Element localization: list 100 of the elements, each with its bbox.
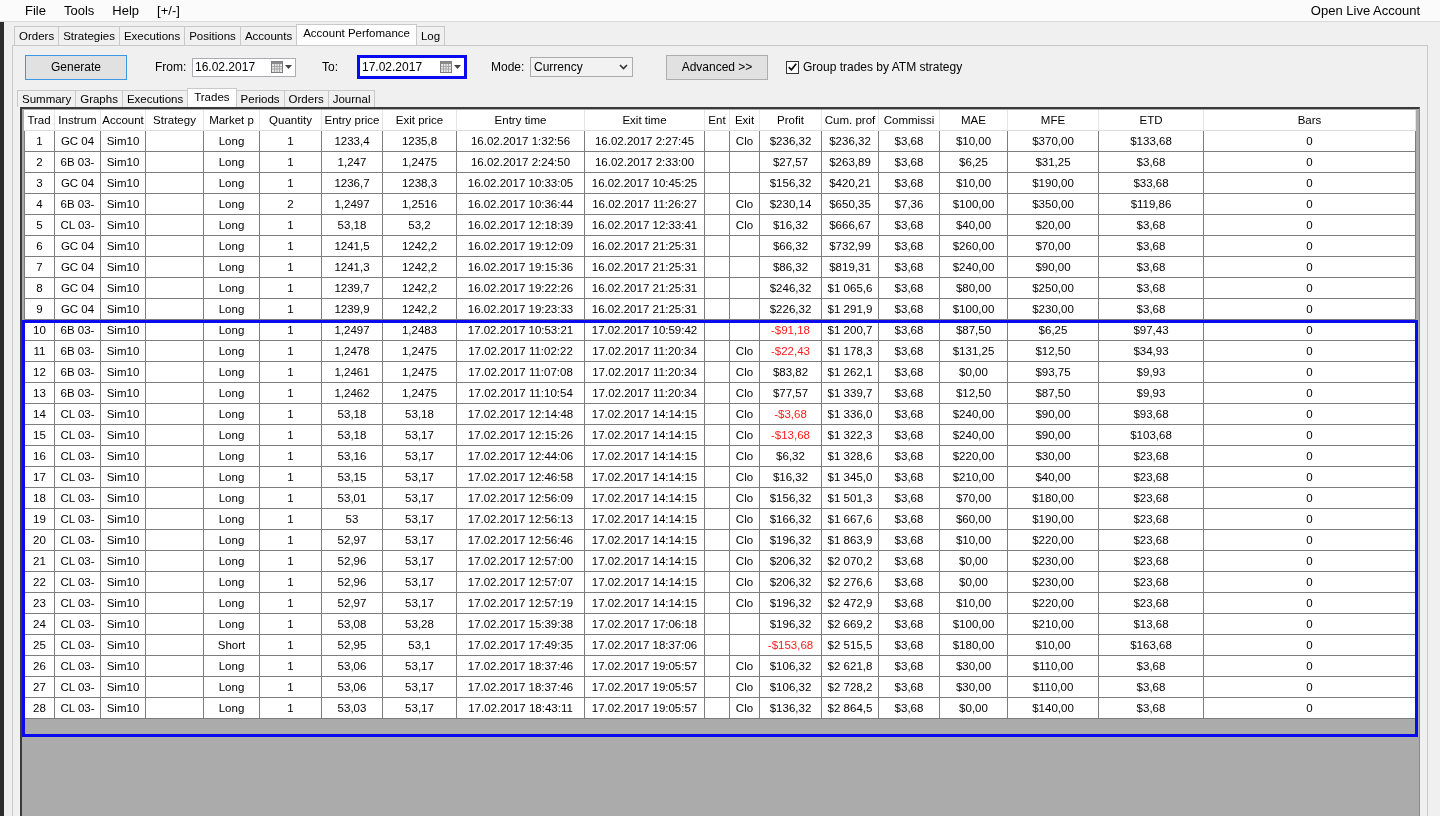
table-cell: $30,00 (940, 656, 1008, 677)
column-header[interactable]: Strategy (146, 110, 204, 130)
table-cell: $1 328,6 (822, 446, 879, 467)
table-cell (146, 278, 204, 299)
table-cell: 24 (24, 614, 55, 635)
table-cell: $236,32 (822, 131, 879, 152)
generate-button[interactable]: Generate (25, 54, 127, 80)
checkbox[interactable] (786, 60, 799, 74)
table-cell: 11 (24, 341, 55, 362)
table-cell: 53,17 (383, 677, 457, 698)
table-cell: $10,00 (940, 530, 1008, 551)
tab[interactable]: Orders (14, 26, 60, 45)
menu-item[interactable]: Tools (54, 1, 104, 20)
table-cell: Clo (730, 362, 760, 383)
table-cell: 1 (260, 383, 322, 404)
column-header[interactable]: ETD (1099, 110, 1204, 130)
table-cell: 1,2497 (322, 320, 383, 341)
table-cell: $97,43 (1099, 320, 1204, 341)
column-header[interactable]: MFE (1008, 110, 1099, 130)
column-header[interactable]: Trad (24, 110, 55, 130)
column-header[interactable]: MAE (940, 110, 1008, 130)
table-cell: 17.02.2017 11:20:34 (585, 383, 705, 404)
table-cell: $240,00 (940, 257, 1008, 278)
table-cell: $732,99 (822, 236, 879, 257)
table-cell: 53 (322, 509, 383, 530)
menu-item[interactable]: [+/-] (148, 1, 189, 20)
column-header[interactable]: Ent (705, 110, 730, 130)
mode-dropdown[interactable]: Currency (530, 57, 633, 77)
column-header[interactable]: Bars (1204, 110, 1416, 130)
table-cell: $16,32 (760, 215, 822, 236)
table-cell: Long (204, 446, 260, 467)
table-cell: $1 200,7 (822, 320, 879, 341)
table-cell: 17.02.2017 11:20:34 (585, 341, 705, 362)
table-cell: 17.02.2017 14:14:15 (585, 425, 705, 446)
table-cell: 53,18 (383, 404, 457, 425)
date-field[interactable]: 17.02.2017 (357, 55, 467, 79)
table-cell: $2 728,2 (822, 677, 879, 698)
table-cell: Clo (730, 341, 760, 362)
table-cell: 3 (24, 173, 55, 194)
table-cell: 20 (24, 530, 55, 551)
table-cell: CL 03- (55, 635, 101, 656)
table-cell: 1 (260, 341, 322, 362)
table-cell: Long (204, 152, 260, 173)
tab[interactable]: Log (415, 26, 446, 45)
column-header[interactable]: Cum. prof (822, 110, 879, 130)
table-cell: CL 03- (55, 572, 101, 593)
column-header[interactable]: Exit time (585, 110, 705, 130)
table-cell: 17.02.2017 17:49:35 (457, 635, 585, 656)
table-cell: $3,68 (1099, 215, 1204, 236)
table-cell: 53,17 (383, 593, 457, 614)
tab[interactable]: Graphs (75, 90, 123, 107)
tab[interactable]: Account Perfomance (296, 24, 417, 45)
table-cell: 53,03 (322, 698, 383, 719)
table-cell: $90,00 (1008, 425, 1099, 446)
table-cell: $650,35 (822, 194, 879, 215)
column-header[interactable]: Market p (204, 110, 260, 130)
table-cell: 25 (24, 635, 55, 656)
column-header[interactable]: Commissi (879, 110, 940, 130)
table-cell: $23,68 (1099, 467, 1204, 488)
column-header[interactable]: Instrum (55, 110, 101, 130)
column-header[interactable]: Exit price (383, 110, 457, 130)
table-cell (705, 278, 730, 299)
table-cell: 1,2483 (383, 320, 457, 341)
column-header[interactable]: Account (101, 110, 146, 130)
date-field[interactable]: 16.02.2017 (192, 57, 296, 77)
table-cell: Long (204, 488, 260, 509)
table-cell: $16,32 (760, 467, 822, 488)
table-cell: Sim10 (101, 320, 146, 341)
menu-item[interactable]: File (16, 1, 55, 20)
table-cell: Short (204, 635, 260, 656)
menu-item[interactable]: Help (103, 1, 149, 20)
table-cell: 16.02.2017 12:18:39 (457, 215, 585, 236)
column-header[interactable]: Quantity (260, 110, 322, 130)
tab[interactable]: Summary (17, 90, 77, 107)
table-cell: 17.02.2017 18:43:11 (457, 698, 585, 719)
column-header[interactable]: Exit (730, 110, 760, 130)
tab[interactable]: Strategies (58, 26, 120, 45)
table-cell: 17.02.2017 12:44:06 (457, 446, 585, 467)
table-cell: 6B 03- (55, 152, 101, 173)
table-cell: $87,50 (1008, 383, 1099, 404)
table-cell: $23,68 (1099, 551, 1204, 572)
table-cell: $131,25 (940, 341, 1008, 362)
tab[interactable]: Journal (327, 90, 376, 107)
table-cell: $3,68 (879, 362, 940, 383)
table-cell: CL 03- (55, 656, 101, 677)
advanced-button[interactable]: Advanced >> (666, 54, 768, 80)
column-header[interactable]: Entry price (322, 110, 383, 130)
column-header[interactable]: Profit (760, 110, 822, 130)
column-header[interactable]: Entry time (457, 110, 585, 130)
table-cell: $30,00 (1008, 446, 1099, 467)
table-cell: $3,68 (879, 467, 940, 488)
menu-item[interactable]: Open Live Account (1301, 1, 1429, 20)
tab[interactable]: Trades (187, 88, 237, 107)
table-cell: 17.02.2017 12:14:48 (457, 404, 585, 425)
table-cell: 1,2475 (383, 152, 457, 173)
table-cell: 53,17 (383, 467, 457, 488)
table-cell (146, 320, 204, 341)
table-cell: $40,00 (1008, 467, 1099, 488)
table-cell: $190,00 (1008, 173, 1099, 194)
table-cell: 17 (24, 467, 55, 488)
